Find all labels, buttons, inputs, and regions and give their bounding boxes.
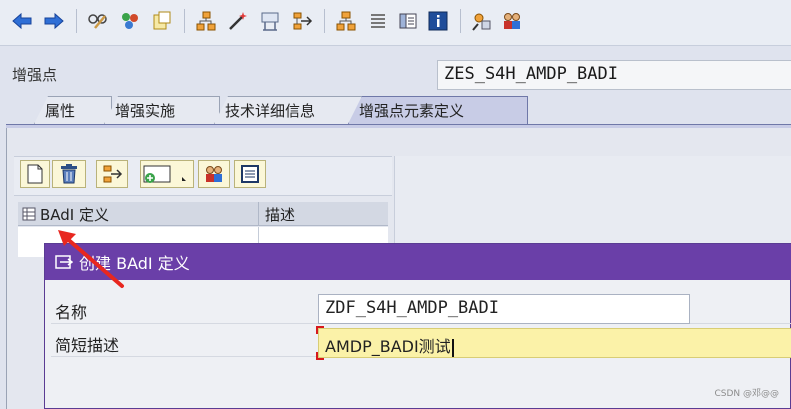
tab-technical-details[interactable]: 技术详细信息 <box>214 96 362 124</box>
application-toolbar <box>0 0 791 46</box>
document-icon[interactable] <box>234 160 266 188</box>
dialog-title-bar[interactable]: 创建 BAdI 定义 <box>45 244 791 280</box>
activate-icon[interactable] <box>226 9 250 33</box>
transport-icon[interactable] <box>290 9 314 33</box>
name-label: 名称 <box>55 303 88 322</box>
enhancement-spot-label: 增强点 <box>12 66 58 84</box>
annotation-arrow-icon <box>58 230 124 288</box>
tab-strip: 属性 增强实施 技术详细信息 增强点元素定义 <box>0 96 791 126</box>
list-icon[interactable] <box>366 9 390 33</box>
back-icon[interactable] <box>10 9 34 33</box>
badi-grid-header: BAdI 定义 描述 <box>18 202 388 226</box>
description-label: 简短描述 <box>55 336 120 355</box>
where-used-icon[interactable] <box>258 9 282 33</box>
grid-icon <box>22 207 36 221</box>
info-icon[interactable] <box>426 9 450 33</box>
enhance-icon[interactable] <box>470 9 494 33</box>
badi-definition-label: BAdI 定义 <box>40 205 110 224</box>
description-row: 简短描述 AMDP_BADI测试 <box>51 326 791 360</box>
tab-enhancement-implementations[interactable]: 增强实施 <box>104 96 220 124</box>
tab-attributes[interactable]: 属性 <box>34 96 112 124</box>
hierarchy-icon[interactable] <box>334 9 358 33</box>
display-change-icon[interactable] <box>150 9 174 33</box>
other-object-icon[interactable] <box>118 9 142 33</box>
structure-icon[interactable] <box>194 9 218 33</box>
delete-icon[interactable] <box>52 160 86 188</box>
edit-glasses-icon[interactable] <box>86 9 110 33</box>
description-field[interactable]: AMDP_BADI测试 <box>318 328 791 358</box>
move-icon[interactable] <box>96 160 128 188</box>
users-icon[interactable] <box>198 160 230 188</box>
name-field[interactable]: ZDF_S4H_AMDP_BADI <box>318 294 690 324</box>
name-row: 名称 ZDF_S4H_AMDP_BADI <box>51 294 791 324</box>
create-dropdown-icon[interactable] <box>140 160 194 188</box>
description-column[interactable]: 描述 <box>258 202 388 226</box>
layout-icon[interactable] <box>396 9 420 33</box>
forward-icon[interactable] <box>42 9 66 33</box>
tab-enhancement-spot-element-definitions[interactable]: 增强点元素定义 <box>348 96 528 124</box>
users-icon[interactable] <box>500 9 524 33</box>
create-icon[interactable] <box>20 160 50 188</box>
watermark: CSDN @邓@@ <box>714 389 779 399</box>
enhancement-spot-field[interactable]: ZES_S4H_AMDP_BADI <box>437 60 791 90</box>
create-badi-dialog: 创建 BAdI 定义 名称 ZDF_S4H_AMDP_BADI 简短描述 AMD… <box>44 243 791 409</box>
text-cursor <box>451 338 454 357</box>
badi-definition-column[interactable]: BAdI 定义 <box>18 202 258 226</box>
description-value: AMDP_BADI测试 <box>325 337 451 356</box>
